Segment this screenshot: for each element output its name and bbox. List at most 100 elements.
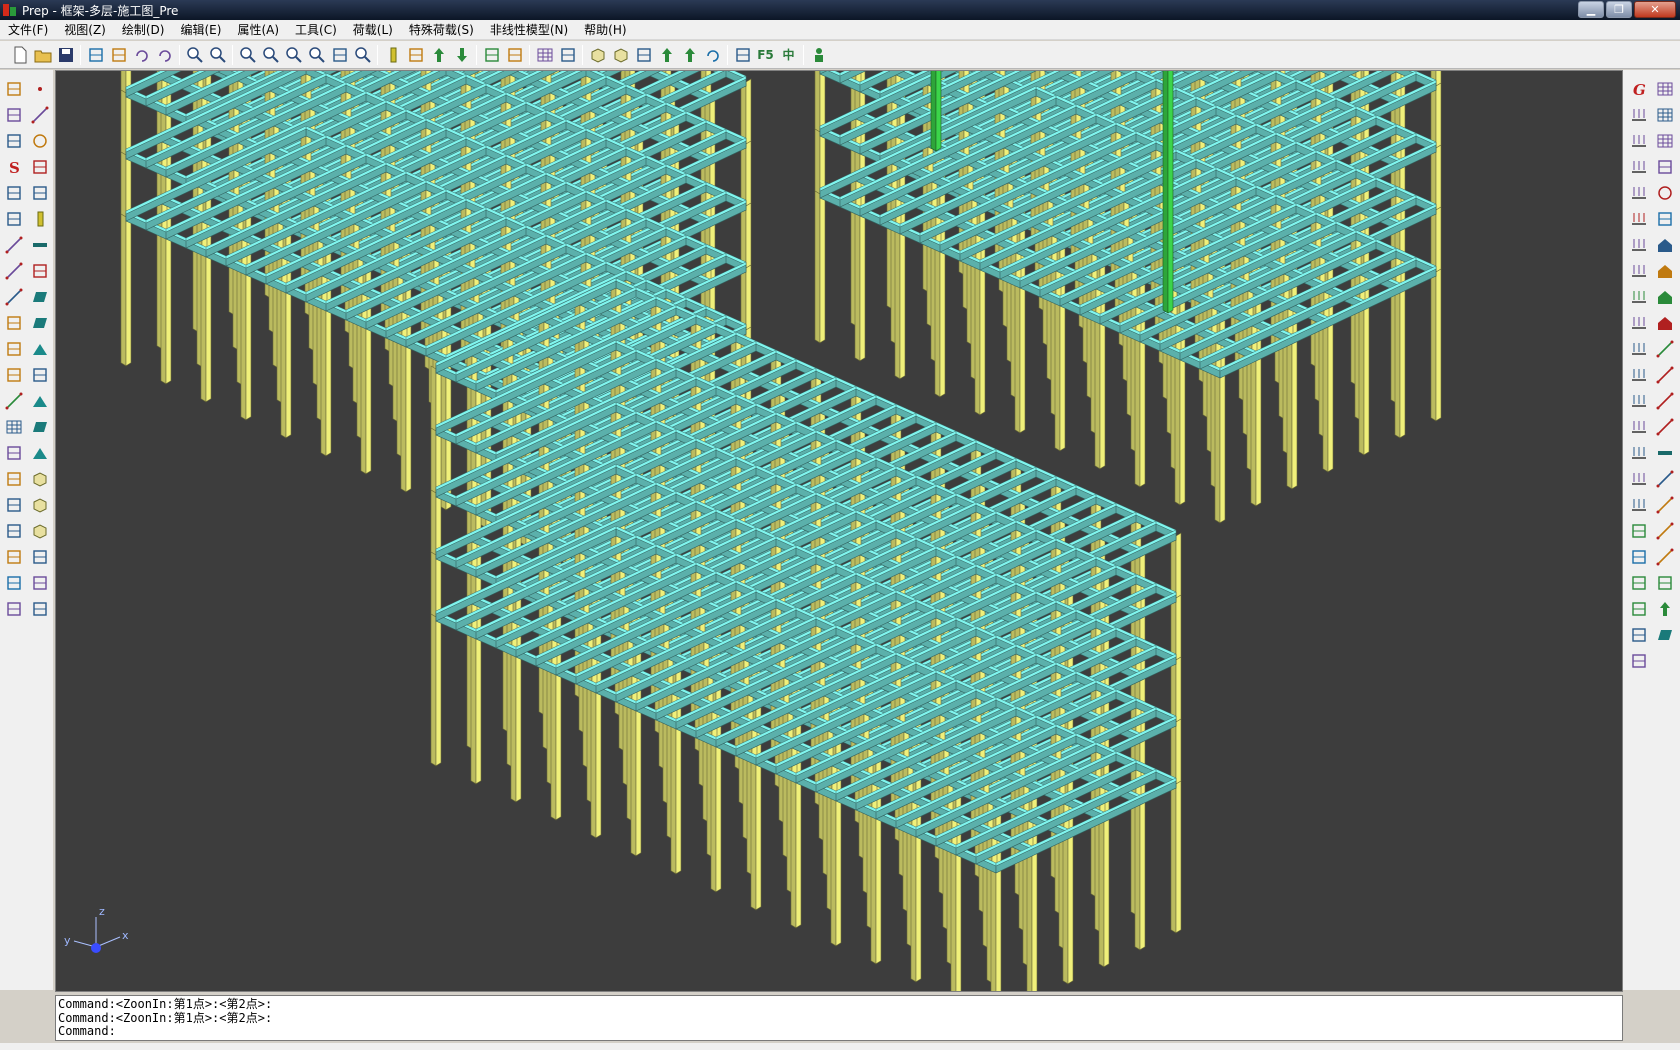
extend-button[interactable] [2, 362, 26, 388]
undo-button[interactable] [130, 43, 153, 66]
structural-model[interactable] [56, 71, 1622, 991]
slab-bar-button[interactable] [1653, 622, 1677, 648]
person-button[interactable] [807, 43, 830, 66]
arc-button[interactable] [28, 154, 52, 180]
move-button[interactable] [2, 440, 26, 466]
diagonal3-button[interactable] [1653, 388, 1677, 414]
floor-up-button[interactable] [427, 43, 450, 66]
grid-table2-button[interactable] [1653, 102, 1677, 128]
f5-refresh-button[interactable]: F5 [754, 43, 777, 66]
box-wire-button[interactable] [609, 43, 632, 66]
open-folder-button[interactable] [31, 43, 54, 66]
copy-button[interactable] [2, 102, 26, 128]
diagonal2-button[interactable] [1653, 362, 1677, 388]
line-split-button[interactable] [2, 232, 26, 258]
antenna-button[interactable] [1627, 544, 1651, 570]
table-button[interactable] [2, 414, 26, 440]
zoom-window-button[interactable] [282, 43, 305, 66]
scale-button[interactable] [2, 518, 26, 544]
cut-section-button[interactable] [632, 43, 655, 66]
floor-layers-button[interactable] [404, 43, 427, 66]
story-stack-button[interactable] [556, 43, 579, 66]
roof-button[interactable] [28, 440, 52, 466]
cube-button[interactable] [28, 492, 52, 518]
frame-load3-button[interactable] [1627, 362, 1651, 388]
arc-c-button[interactable] [2, 180, 26, 206]
menu-load[interactable]: 荷载(L) [345, 21, 401, 38]
save-button[interactable] [54, 43, 77, 66]
zoom-all-button[interactable] [183, 43, 206, 66]
rotate-view-button[interactable] [328, 43, 351, 66]
circle-button[interactable] [28, 128, 52, 154]
cube-alt-button[interactable] [28, 518, 52, 544]
building2-button[interactable] [1653, 310, 1677, 336]
point-load-button[interactable] [1627, 102, 1651, 128]
dashed-line-button[interactable] [2, 284, 26, 310]
line-button[interactable] [28, 102, 52, 128]
elevation-view-button[interactable] [480, 43, 503, 66]
distributed-load-button[interactable] [1627, 128, 1651, 154]
angle-button[interactable] [2, 206, 26, 232]
stack-load-button[interactable] [1627, 180, 1651, 206]
explode-button[interactable] [2, 570, 26, 596]
column-button[interactable] [381, 43, 404, 66]
hatch-load2-button[interactable] [1627, 492, 1651, 518]
hook-bar-button[interactable] [1653, 570, 1677, 596]
curve-button[interactable] [28, 180, 52, 206]
column-draw-button[interactable] [28, 206, 52, 232]
slope-load-button[interactable] [1627, 258, 1651, 284]
rebar3-button[interactable] [1653, 518, 1677, 544]
arrow-load-button[interactable] [1627, 232, 1651, 258]
menu-attributes[interactable]: 属性(A) [229, 21, 287, 38]
mirror-button[interactable] [2, 544, 26, 570]
menu-help[interactable]: 帮助(H) [576, 21, 634, 38]
s-button[interactable]: S [2, 154, 26, 180]
grid-button[interactable]: 中 [777, 43, 800, 66]
grid-table-button[interactable] [1653, 76, 1677, 102]
section-view-button[interactable] [503, 43, 526, 66]
menu-nonlinear-model[interactable]: 非线性模型(N) [482, 21, 576, 38]
slab-button[interactable] [28, 310, 52, 336]
diagonal-button[interactable] [1653, 336, 1677, 362]
line-cross-button[interactable] [2, 258, 26, 284]
block-button[interactable] [28, 466, 52, 492]
array-button[interactable] [2, 492, 26, 518]
command-prompt[interactable]: Command: [58, 1024, 1620, 1039]
menu-view[interactable]: 视图(Z) [56, 21, 114, 38]
rebar2-button[interactable] [1653, 492, 1677, 518]
rect-select-button[interactable] [1627, 622, 1651, 648]
house-button[interactable] [1653, 232, 1677, 258]
rebar4-button[interactable] [1653, 544, 1677, 570]
edit-button[interactable] [1653, 154, 1677, 180]
zoom-in-button[interactable] [236, 43, 259, 66]
fillet-button[interactable] [2, 336, 26, 362]
rebar-button[interactable] [1653, 466, 1677, 492]
select-window-button[interactable] [84, 43, 107, 66]
story-list-button[interactable] [533, 43, 556, 66]
support-alt-button[interactable] [678, 43, 701, 66]
beam-load-button[interactable] [1627, 206, 1651, 232]
antenna2-button[interactable] [1627, 570, 1651, 596]
zoom-extents-button[interactable] [206, 43, 229, 66]
brace-button[interactable] [28, 362, 52, 388]
hatch-load-button[interactable] [1627, 466, 1651, 492]
frame-load-button[interactable] [1627, 310, 1651, 336]
frame-load2-button[interactable] [1627, 336, 1651, 362]
render-mode-button[interactable] [731, 43, 754, 66]
stirrup-button[interactable] [1653, 596, 1677, 622]
eraser-button[interactable] [2, 76, 26, 102]
g-button[interactable]: G [1627, 76, 1651, 102]
paste-button[interactable] [2, 128, 26, 154]
hook-button[interactable] [28, 570, 52, 596]
command-window[interactable]: Command:<ZoonIn:第1点>:<第2点>: Command:<Zoo… [55, 995, 1623, 1041]
shape-button[interactable] [28, 544, 52, 570]
menu-special-load[interactable]: 特殊荷载(S) [401, 21, 482, 38]
rect-cross-button[interactable] [1627, 648, 1651, 674]
menu-draw[interactable]: 绘制(D) [114, 21, 173, 38]
floor-load-button[interactable] [1627, 154, 1651, 180]
support-button[interactable] [655, 43, 678, 66]
box-view-button[interactable] [586, 43, 609, 66]
point-button[interactable] [28, 76, 52, 102]
ramp-button[interactable] [28, 336, 52, 362]
triangle-button[interactable] [28, 388, 52, 414]
